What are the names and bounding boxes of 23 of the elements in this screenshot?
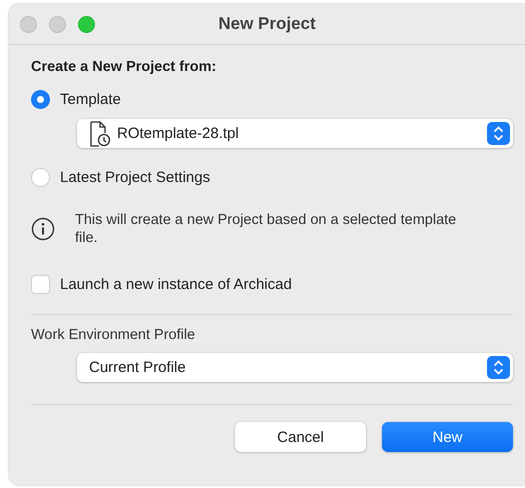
radio-button[interactable] (31, 90, 50, 109)
radio-button[interactable] (31, 168, 50, 187)
window-title: New Project (218, 14, 316, 34)
popup-value: ROtemplate-28.tpl (117, 125, 240, 142)
cancel-button[interactable]: Cancel (235, 422, 366, 452)
stepper-icon (487, 122, 510, 145)
checkbox[interactable] (31, 275, 50, 294)
section-heading: Create a New Project from: (31, 59, 216, 75)
popup-button[interactable]: Current Profile (77, 353, 513, 382)
popup-value: Current Profile (89, 359, 187, 376)
radio-label: Latest Project Settings (60, 169, 210, 186)
info-icon (31, 217, 55, 241)
template-file-icon (89, 120, 111, 146)
zoom-button[interactable] (78, 16, 95, 32)
minimize-button[interactable] (49, 16, 66, 32)
close-button[interactable] (20, 16, 37, 32)
profile-label: Work Environment Profile (31, 327, 196, 343)
info-text: This will create a new Project based on a selected template file. (75, 211, 458, 247)
popup-button[interactable]: ROtemplate-28.tpl (77, 119, 513, 148)
stepper-icon (487, 356, 510, 379)
radio-label: Template (60, 91, 121, 108)
checkbox-label: Launch a new instance of Archicad (60, 276, 292, 293)
new-button[interactable]: New (382, 422, 513, 452)
